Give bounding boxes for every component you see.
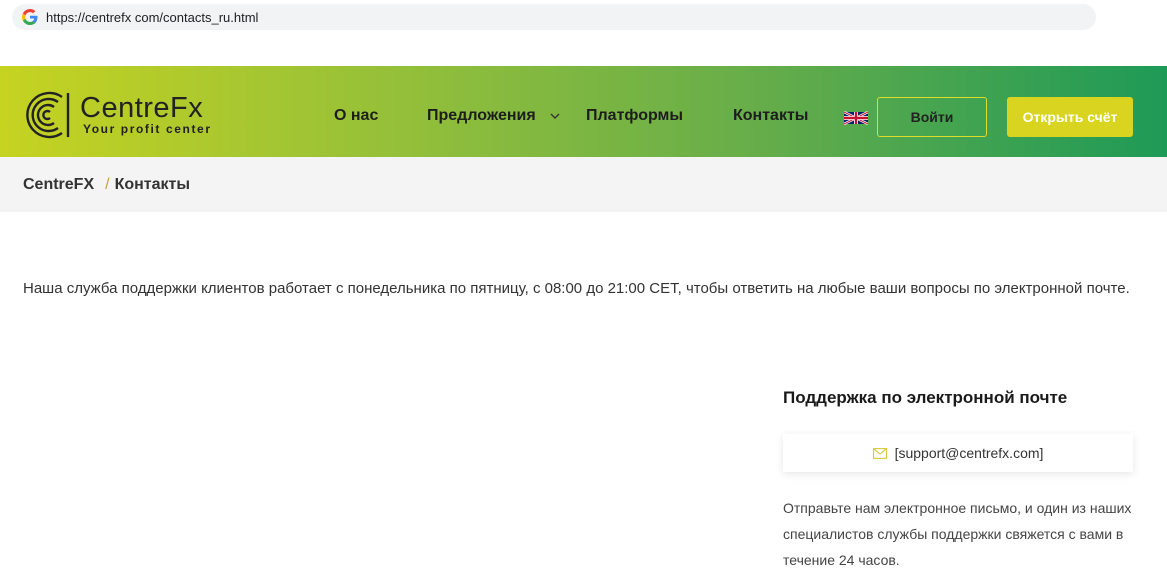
nav-item-about-label: О нас bbox=[334, 107, 379, 124]
email-support-title: Поддержка по электронной почте bbox=[783, 388, 1068, 407]
address-bar[interactable]: https://centrefx com/contacts_ru.html bbox=[12, 4, 1096, 30]
chevron-down-icon bbox=[550, 113, 560, 119]
nav-item-contacts-label: Контакты bbox=[733, 107, 809, 124]
breadcrumb-home[interactable]: CentreFX bbox=[23, 176, 94, 194]
login-button[interactable]: Войти bbox=[877, 97, 987, 137]
main-nav: О нас Предложения Платформы Контакты bbox=[0, 66, 1167, 157]
breadcrumb: CentreFX / Контакты bbox=[0, 157, 1167, 212]
nav-item-offers[interactable]: Предложения bbox=[427, 107, 560, 125]
support-email-box[interactable]: [support@centrefx.com] bbox=[783, 434, 1133, 472]
uk-flag-icon[interactable] bbox=[844, 110, 868, 126]
nav-item-platforms-label: Платформы bbox=[586, 107, 684, 124]
url-text: https://centrefx com/contacts_ru.html bbox=[46, 9, 259, 25]
email-support-description: Отправьте нам электронное письмо, и один… bbox=[783, 500, 1132, 568]
nav-item-contacts[interactable]: Контакты bbox=[733, 107, 808, 125]
mail-icon bbox=[872, 447, 887, 459]
support-email-link[interactable]: [support@centrefx.com] bbox=[895, 445, 1044, 461]
google-icon bbox=[22, 9, 38, 25]
site-header: CentreFx Your profit center О нас Предло… bbox=[0, 66, 1167, 157]
support-hours-text: Наша служба поддержки клиентов работает … bbox=[23, 280, 1130, 297]
nav-item-platforms[interactable]: Платформы bbox=[586, 107, 683, 125]
nav-item-about[interactable]: О нас bbox=[334, 107, 378, 125]
nav-item-offers-label: Предложения bbox=[427, 107, 536, 124]
breadcrumb-current: Контакты bbox=[114, 175, 191, 193]
open-account-button[interactable]: Открыть счёт bbox=[1007, 97, 1133, 137]
breadcrumb-separator: / bbox=[105, 175, 110, 193]
browser-chrome: https://centrefx com/contacts_ru.html bbox=[0, 0, 1167, 66]
